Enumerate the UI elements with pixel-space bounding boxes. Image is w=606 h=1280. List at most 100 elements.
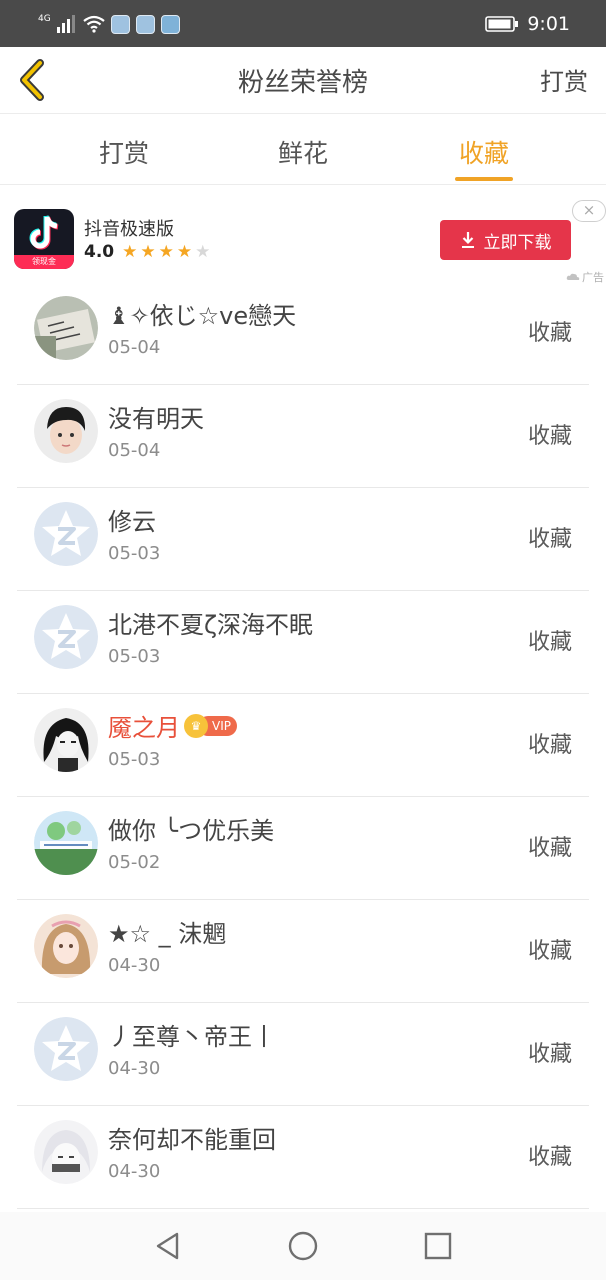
status-bar: 4G 9:01: [0, 0, 606, 47]
user-name: 北港不夏ζ深海不眠: [108, 605, 313, 640]
avatar[interactable]: [34, 708, 98, 772]
network-type: 4G: [38, 13, 51, 24]
user-name: 魇之月 ♛ VIP: [108, 708, 237, 743]
action-label: 收藏: [527, 527, 572, 552]
list-item[interactable]: 丿至尊丶帝王丨 04-30 收藏: [17, 1003, 589, 1106]
star-empty-icon: ★: [195, 241, 211, 262]
tab-reward[interactable]: 打赏: [54, 114, 194, 185]
download-icon: [461, 232, 474, 248]
user-name-text: 魇之月: [108, 714, 180, 742]
user-name-text: ♝✧依じ☆ve戀天: [108, 302, 297, 330]
ad-app-name: 抖音极速版: [84, 219, 174, 240]
tab-favorites[interactable]: 收藏: [414, 114, 554, 185]
list-item[interactable]: 修云 05-03 收藏: [17, 488, 589, 591]
download-label: 立即下载: [483, 232, 552, 253]
date-label: 04-30: [108, 1058, 161, 1079]
user-name: ♝✧依じ☆ve戀天: [108, 296, 296, 331]
user-name-text: 奈何却不能重回: [108, 1126, 276, 1154]
action-label: 收藏: [527, 1145, 572, 1170]
ad-rating-value: 4.0: [84, 242, 115, 262]
user-name-text: ★☆ _ 沫魍: [108, 920, 227, 948]
reward-button[interactable]: 打赏: [540, 62, 588, 97]
status-right: 9:01: [485, 12, 570, 36]
list-item[interactable]: 做你 ╰つ优乐美 05-02 收藏: [17, 797, 589, 900]
ad-close-button[interactable]: ×: [572, 200, 606, 222]
vip-badge: ♛ VIP: [184, 713, 237, 738]
user-name-text: 丿至尊丶帝王丨: [108, 1023, 276, 1051]
list-item[interactable]: 北港不夏ζ深海不眠 05-03 收藏: [17, 591, 589, 694]
star-filled-icon: ★: [140, 241, 156, 262]
battery-icon: [485, 16, 519, 32]
notification-app-icon: [160, 14, 180, 34]
user-name: 没有明天: [108, 399, 204, 434]
notification-app-icon: [110, 14, 130, 34]
list-item[interactable]: ♝✧依じ☆ve戀天 05-04 收藏: [17, 282, 589, 385]
recents-square-icon[interactable]: [422, 1230, 454, 1262]
avatar[interactable]: [34, 605, 98, 669]
wifi-icon: [83, 15, 105, 33]
date-label: 05-03: [108, 749, 161, 770]
user-name: 奈何却不能重回: [108, 1120, 276, 1155]
music-note-icon: [29, 215, 59, 250]
clock: 9:01: [527, 13, 570, 35]
list-item[interactable]: 魇之月 ♛ VIP 05-03 收藏: [17, 694, 589, 797]
star-filled-icon: ★: [122, 241, 138, 262]
date-label: 05-02: [108, 852, 161, 873]
screen: 4G 9:01 粉丝荣誉榜 打赏 打赏 鲜花 收藏 领现金 抖音极速版 4.0 …: [0, 0, 606, 1280]
fan-list: ♝✧依じ☆ve戀天 05-04 收藏 没有明天 05-04 收藏 修云 05-03 收藏 北港不夏…: [0, 282, 606, 1209]
avatar[interactable]: [34, 399, 98, 463]
action-label: 收藏: [527, 939, 572, 964]
user-name-text: 修云: [108, 508, 156, 536]
download-button[interactable]: 立即下载: [440, 220, 571, 260]
date-label: 05-03: [108, 646, 161, 667]
avatar[interactable]: [34, 296, 98, 360]
ad-rating: 4.0 ★ ★ ★ ★ ★: [84, 242, 210, 262]
date-label: 05-03: [108, 543, 161, 564]
avatar[interactable]: [34, 1120, 98, 1184]
crown-icon: ♛: [184, 713, 208, 738]
ad-banner[interactable]: 领现金 抖音极速版 4.0 ★ ★ ★ ★ ★ × 立即下载 广告: [0, 186, 606, 284]
date-label: 04-30: [108, 1161, 161, 1182]
active-tab-indicator: [455, 177, 513, 181]
action-label: 收藏: [527, 1042, 572, 1067]
user-name-text: 做你 ╰つ优乐美: [108, 817, 275, 845]
user-name: 做你 ╰つ优乐美: [108, 811, 274, 846]
avatar[interactable]: [34, 1017, 98, 1081]
back-triangle-icon[interactable]: [152, 1230, 184, 1262]
tab-favorites-label: 收藏: [458, 139, 509, 168]
page-title: 粉丝荣誉榜: [237, 68, 368, 98]
tab-bar: 打赏 鲜花 收藏: [0, 114, 606, 185]
user-name: 修云: [108, 502, 156, 537]
user-name: 丿至尊丶帝王丨: [108, 1017, 276, 1052]
list-item[interactable]: ★☆ _ 沫魍 04-30 收藏: [17, 900, 589, 1003]
action-label: 收藏: [527, 321, 572, 346]
list-item[interactable]: 没有明天 05-04 收藏: [17, 385, 589, 488]
ad-rating-stars: ★ ★ ★ ★ ★: [122, 241, 211, 262]
action-label: 收藏: [527, 630, 572, 655]
status-left: 4G: [38, 12, 180, 36]
avatar[interactable]: [34, 811, 98, 875]
tab-flowers[interactable]: 鲜花: [233, 114, 373, 185]
signal-icon: [56, 15, 75, 33]
star-filled-icon: ★: [158, 241, 174, 262]
notification-app-icon: [135, 14, 155, 34]
user-name-text: 没有明天: [108, 405, 204, 433]
action-label: 收藏: [527, 424, 572, 449]
action-label: 收藏: [527, 836, 572, 861]
date-label: 04-30: [108, 955, 161, 976]
avatar[interactable]: [34, 502, 98, 566]
ad-icon-tag: 领现金: [14, 255, 74, 269]
star-filled-icon: ★: [176, 241, 193, 262]
user-name: ★☆ _ 沫魍: [108, 914, 226, 949]
cloud-icon: [566, 273, 580, 280]
home-circle-icon[interactable]: [287, 1230, 319, 1262]
system-nav-bar: [0, 1212, 606, 1280]
avatar[interactable]: [34, 914, 98, 978]
action-label: 收藏: [527, 733, 572, 758]
date-label: 05-04: [108, 440, 161, 461]
date-label: 05-04: [108, 337, 161, 358]
douyin-app-icon[interactable]: 领现金: [14, 209, 74, 269]
user-name-text: 北港不夏ζ深海不眠: [108, 611, 314, 639]
header: 粉丝荣誉榜 打赏: [0, 47, 606, 114]
list-item[interactable]: 奈何却不能重回 04-30 收藏: [17, 1106, 589, 1209]
